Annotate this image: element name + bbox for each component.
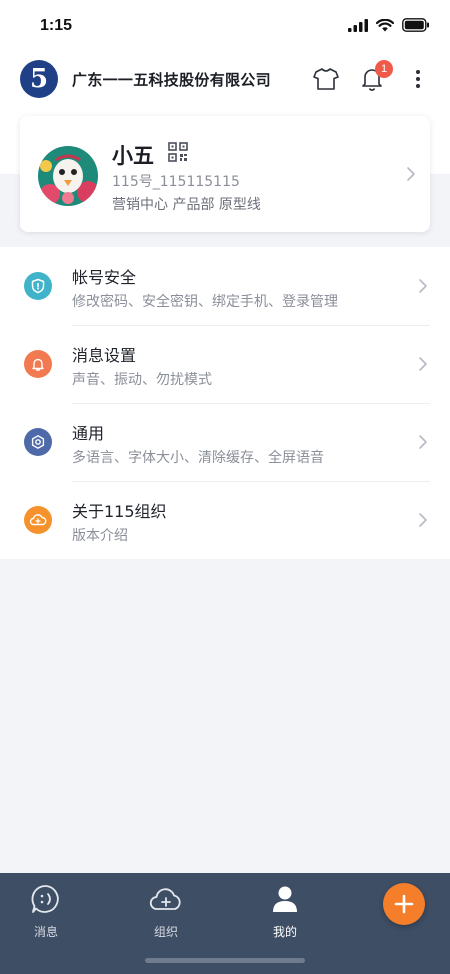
org-name[interactable]: 广东一一五科技股份有限公司 bbox=[72, 69, 271, 90]
qr-code-icon[interactable] bbox=[168, 142, 188, 162]
settings-item-title: 消息设置 bbox=[72, 346, 137, 365]
chevron-right-icon bbox=[419, 513, 427, 527]
tab-organization[interactable]: 组织 bbox=[131, 881, 201, 941]
home-indicator bbox=[145, 958, 305, 963]
add-button[interactable] bbox=[383, 883, 425, 925]
notification-button[interactable]: 1 bbox=[355, 60, 393, 96]
tab-mine[interactable]: 我的 bbox=[250, 881, 320, 941]
status-time: 1:15 bbox=[40, 17, 73, 34]
settings-item-subtitle: 声音、振动、勿扰模式 bbox=[72, 372, 212, 388]
profile-card[interactable]: 小五 115号_115115115 营销中心 产品部 原型线 bbox=[20, 116, 430, 232]
wifi-icon bbox=[376, 18, 394, 31]
chevron-right-icon bbox=[419, 357, 427, 371]
status-icons bbox=[348, 18, 430, 32]
theme-button[interactable] bbox=[309, 62, 343, 96]
app-screen: 1:15 5 广东一一五科技股份有限公司 1 小五 115号_115115115… bbox=[0, 0, 450, 974]
tab-label: 消息 bbox=[33, 925, 58, 939]
tab-label: 我的 bbox=[272, 925, 297, 939]
org-logo[interactable]: 5 bbox=[20, 60, 58, 98]
profile-name: 小五 bbox=[112, 144, 154, 168]
chevron-right-icon bbox=[407, 167, 415, 181]
signal-icon bbox=[348, 18, 368, 32]
plus-icon bbox=[394, 894, 414, 914]
app-header: 5 广东一一五科技股份有限公司 1 bbox=[0, 54, 450, 106]
settings-item-general[interactable]: 通用 多语言、字体大小、清除缓存、全屏语音 bbox=[0, 403, 450, 481]
settings-item-account-security[interactable]: 帐号安全 修改密码、安全密钥、绑定手机、登录管理 bbox=[0, 247, 450, 325]
settings-list: 帐号安全 修改密码、安全密钥、绑定手机、登录管理 消息设置 声音、振动、勿扰模式 bbox=[0, 247, 450, 559]
settings-item-title: 帐号安全 bbox=[72, 268, 137, 287]
battery-icon bbox=[402, 18, 429, 32]
settings-item-about[interactable]: 关于115组织 版本介绍 bbox=[0, 481, 450, 559]
status-bar: 1:15 bbox=[0, 0, 450, 54]
tshirt-icon bbox=[313, 68, 339, 90]
more-vertical-icon bbox=[416, 70, 420, 88]
settings-item-title: 关于115组织 bbox=[72, 502, 167, 521]
settings-item-subtitle: 修改密码、安全密钥、绑定手机、登录管理 bbox=[72, 294, 338, 310]
chevron-right-icon bbox=[419, 435, 427, 449]
chevron-right-icon bbox=[419, 279, 427, 293]
notification-badge: 1 bbox=[375, 60, 393, 78]
profile-department: 营销中心 产品部 原型线 bbox=[112, 197, 261, 213]
more-button[interactable] bbox=[401, 62, 435, 96]
avatar[interactable] bbox=[38, 146, 98, 206]
organization-icon bbox=[148, 881, 184, 917]
profile-icon bbox=[267, 881, 303, 917]
settings-item-subtitle: 版本介绍 bbox=[72, 528, 128, 544]
avatar-illustration bbox=[38, 146, 98, 206]
shield-icon bbox=[24, 272, 52, 300]
message-icon bbox=[28, 881, 64, 917]
settings-item-message-settings[interactable]: 消息设置 声音、振动、勿扰模式 bbox=[0, 325, 450, 403]
gear-icon bbox=[24, 428, 52, 456]
cloud-icon bbox=[24, 506, 52, 534]
settings-item-title: 通用 bbox=[72, 424, 105, 443]
tab-label: 组织 bbox=[153, 925, 178, 939]
bell-icon bbox=[24, 350, 52, 378]
tab-messages[interactable]: 消息 bbox=[11, 881, 81, 941]
profile-id: 115号_115115115 bbox=[112, 174, 240, 190]
settings-item-subtitle: 多语言、字体大小、清除缓存、全屏语音 bbox=[72, 450, 324, 466]
